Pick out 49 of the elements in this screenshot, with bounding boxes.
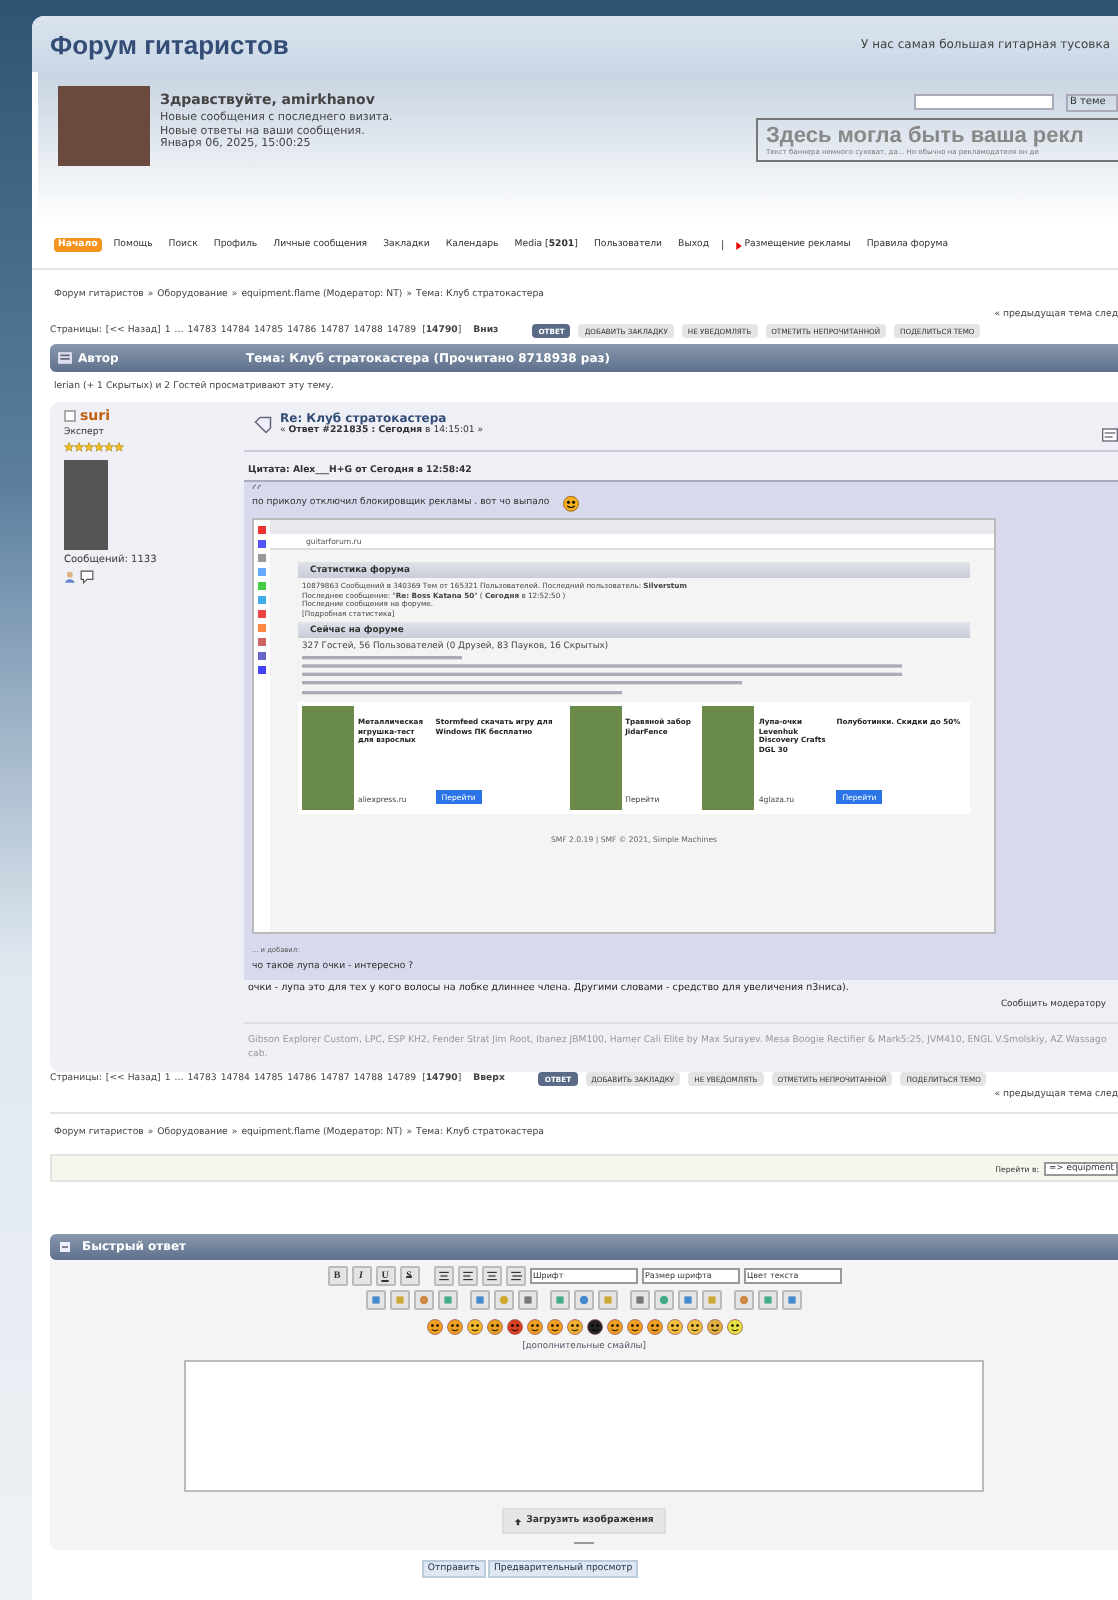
align-lines-icon — [509, 1270, 521, 1282]
message-bubble-icon[interactable] — [80, 570, 94, 584]
message-input[interactable] — [184, 1360, 984, 1492]
editor-tool-button[interactable] — [630, 1290, 650, 1310]
align-button[interactable] — [433, 1266, 453, 1286]
align-button[interactable] — [481, 1266, 501, 1286]
align-lines-icon — [437, 1270, 449, 1282]
resize-handle[interactable] — [574, 1542, 594, 1544]
smiley-icon[interactable] — [545, 1318, 563, 1336]
smiley-icon[interactable] — [565, 1318, 583, 1336]
editor-tool-button[interactable] — [574, 1290, 594, 1310]
photo-placeholder — [702, 706, 755, 811]
arrow-icon — [736, 241, 743, 249]
smiley-icon[interactable] — [485, 1318, 503, 1336]
smiley-icon[interactable] — [685, 1318, 703, 1336]
avatar-placeholder — [64, 460, 108, 550]
smiley-icon[interactable] — [725, 1318, 743, 1336]
smiley-icon[interactable] — [425, 1318, 443, 1336]
align-button[interactable] — [457, 1266, 477, 1286]
smiley-icon[interactable] — [605, 1318, 623, 1336]
align-lines-icon — [485, 1270, 497, 1282]
tag-icon — [254, 416, 272, 434]
align-button[interactable] — [505, 1266, 525, 1286]
smiley-icon — [561, 494, 580, 512]
photo-placeholder — [569, 706, 622, 811]
search-field[interactable] — [914, 94, 1054, 110]
smiley-icon[interactable] — [465, 1318, 483, 1336]
editor-tool-button[interactable] — [518, 1290, 538, 1310]
smiley-icon[interactable] — [665, 1318, 683, 1336]
editor-tool-button[interactable] — [782, 1290, 802, 1310]
upload-icon — [514, 1517, 523, 1525]
photo-placeholder — [302, 706, 354, 811]
smiley-icon[interactable] — [525, 1318, 543, 1336]
collapse-icon[interactable] — [60, 1242, 70, 1252]
quote-mark-icon — [252, 484, 262, 490]
photo-placeholder — [58, 86, 150, 166]
editor-tool-button[interactable] — [366, 1290, 386, 1310]
align-lines-icon — [461, 1270, 473, 1282]
editor-tool-button[interactable] — [678, 1290, 698, 1310]
quote-button-icon[interactable] — [1102, 428, 1118, 442]
smiley-icon[interactable] — [645, 1318, 663, 1336]
list-icon — [58, 352, 72, 364]
smiley-icon[interactable] — [585, 1318, 603, 1336]
profile-icon[interactable] — [64, 570, 78, 584]
smiley-icon[interactable] — [505, 1318, 523, 1336]
smiley-icon[interactable] — [445, 1318, 463, 1336]
site-title[interactable]: Форум гитаристов — [50, 29, 289, 59]
smiley-icon[interactable] — [625, 1318, 643, 1336]
smiley-icon[interactable] — [705, 1318, 723, 1336]
